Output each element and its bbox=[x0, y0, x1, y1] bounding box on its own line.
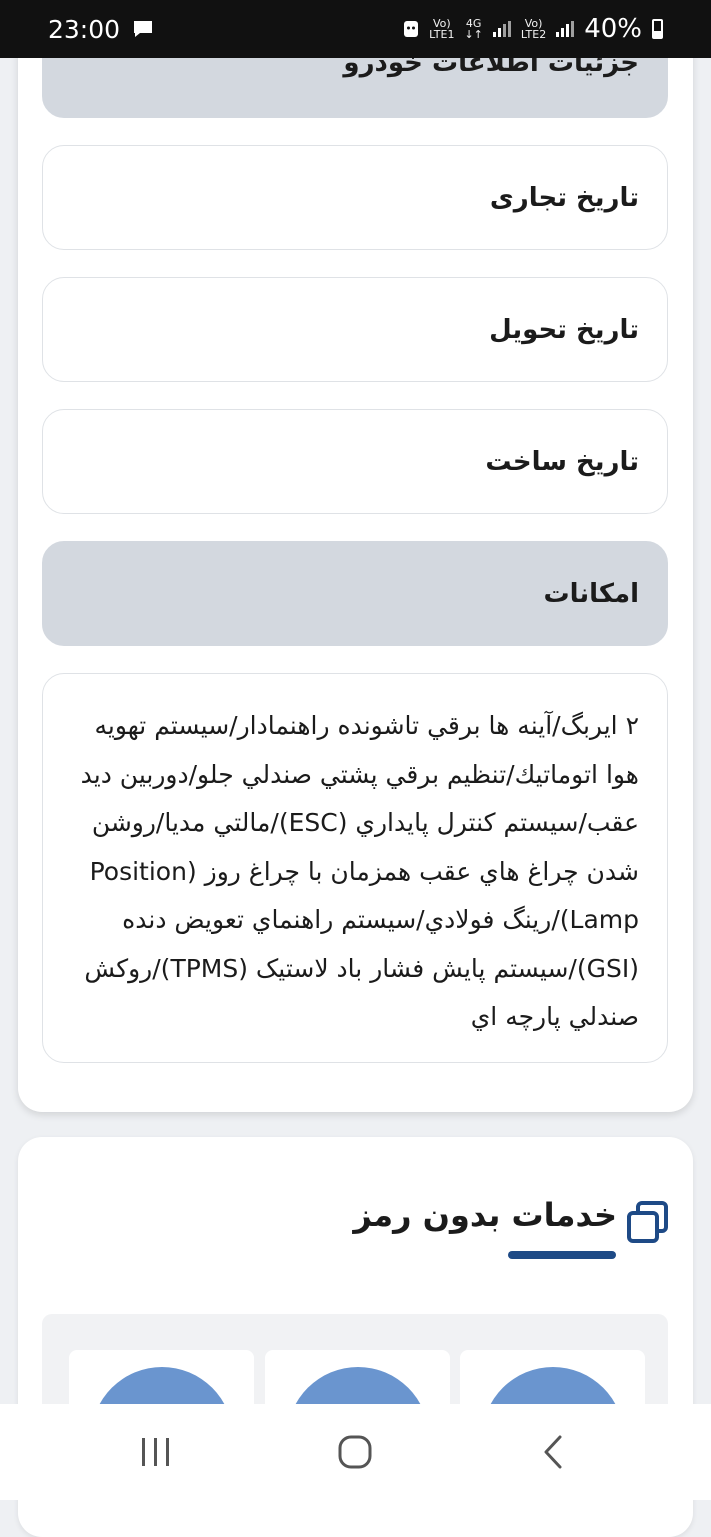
field-delivery-date: تاریخ تحویل bbox=[42, 277, 668, 382]
features-title: امکانات bbox=[543, 578, 639, 609]
network-type: 4G ↓↑ bbox=[464, 17, 483, 41]
android-notification-icon bbox=[404, 21, 419, 37]
features-box: ۲ ایربگ/آینه ها برقي تاشونده راهنمادار/س… bbox=[42, 673, 668, 1063]
signal-1-icon bbox=[492, 21, 511, 37]
status-bar: 23:00 Vo) LTE1 4G ↓↑ Vo) LTE2 40% bbox=[0, 0, 711, 58]
signal-2-icon bbox=[556, 21, 575, 37]
title-underline bbox=[508, 1251, 616, 1259]
recent-apps-icon[interactable] bbox=[132, 1428, 180, 1476]
field-label: تاریخ ساخت bbox=[485, 446, 639, 477]
features-header[interactable]: امکانات bbox=[42, 541, 668, 646]
field-label: تاریخ تحویل bbox=[489, 314, 639, 345]
features-text: ۲ ایربگ/آینه ها برقي تاشونده راهنمادار/س… bbox=[80, 711, 639, 1031]
sim2-label: Vo) LTE2 bbox=[520, 17, 547, 41]
field-label: تاریخ تجاری bbox=[489, 182, 639, 213]
chat-icon bbox=[134, 21, 153, 37]
services-title: خدمات بدون رمز bbox=[353, 1196, 617, 1234]
sim1-label: Vo) LTE1 bbox=[429, 17, 455, 41]
status-right: Vo) LTE1 4G ↓↑ Vo) LTE2 40% bbox=[403, 14, 663, 44]
home-icon[interactable] bbox=[331, 1428, 379, 1476]
field-manufacture-date: تاریخ ساخت bbox=[42, 409, 668, 514]
back-icon[interactable] bbox=[530, 1428, 578, 1476]
clock: 23:00 bbox=[48, 14, 121, 44]
navigation-bar bbox=[0, 1404, 711, 1500]
battery-percent: 40% bbox=[584, 14, 642, 44]
copy-icon bbox=[627, 1201, 668, 1243]
field-commercial-date: تاریخ تجاری bbox=[42, 145, 668, 250]
status-left: 23:00 bbox=[48, 15, 154, 44]
battery-icon bbox=[652, 19, 663, 39]
